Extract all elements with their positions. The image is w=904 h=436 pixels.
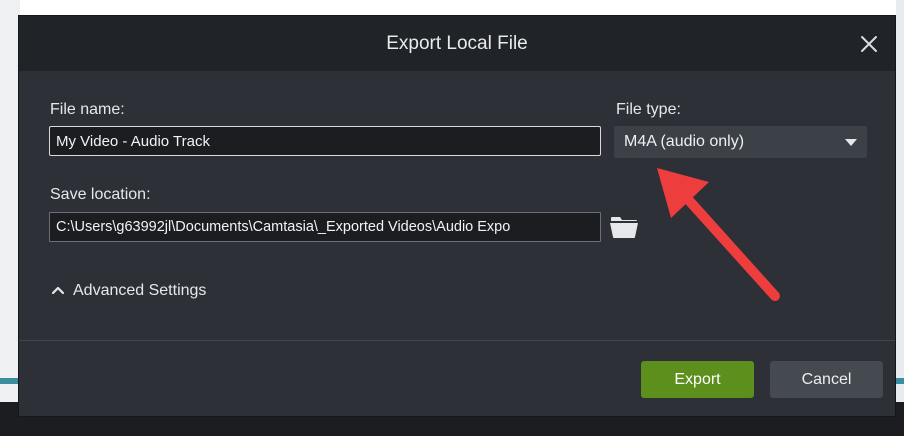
file-name-input[interactable] — [49, 126, 601, 156]
chevron-up-icon — [51, 286, 65, 295]
file-type-select[interactable]: M4A (audio only) — [614, 126, 867, 158]
cancel-button[interactable]: Cancel — [770, 361, 883, 398]
footer-divider — [19, 340, 895, 341]
chevron-down-icon — [845, 139, 857, 146]
export-button[interactable]: Export — [641, 361, 754, 398]
close-button[interactable] — [857, 32, 881, 56]
file-type-label: File type: — [616, 101, 681, 118]
file-type-selected-value: M4A (audio only) — [624, 133, 745, 150]
browse-folder-button[interactable] — [607, 212, 641, 242]
background-accent — [0, 378, 20, 384]
save-location-label: Save location: — [50, 186, 151, 203]
red-arrow-annotation — [657, 168, 780, 301]
background-accent — [896, 378, 904, 384]
export-local-file-dialog: Export Local File File name: File type: … — [18, 15, 896, 417]
close-icon — [861, 36, 877, 52]
dialog-title: Export Local File — [386, 33, 528, 54]
advanced-settings-label: Advanced Settings — [73, 282, 207, 299]
dialog-titlebar: Export Local File — [19, 16, 895, 71]
file-name-label: File name: — [50, 101, 125, 118]
background-app-left — [0, 0, 20, 436]
folder-icon — [610, 217, 638, 238]
background-app-right — [896, 0, 904, 436]
save-location-input[interactable] — [49, 212, 601, 242]
